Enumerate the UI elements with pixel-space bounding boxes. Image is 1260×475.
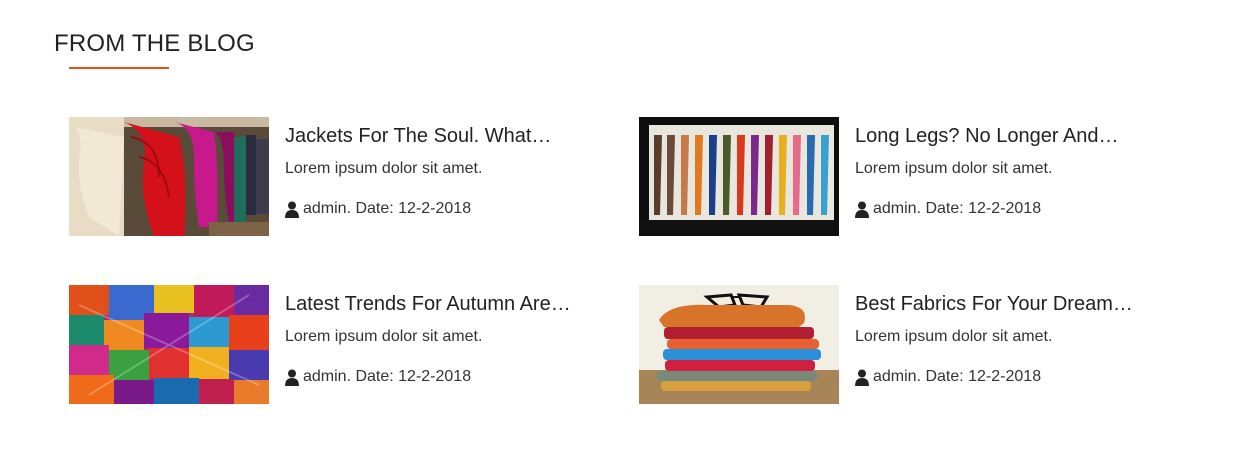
- post-thumbnail-shirts[interactable]: [639, 285, 839, 404]
- post-excerpt: Lorem ipsum dolor sit amet.: [855, 328, 1053, 345]
- blog-post-card: Best Fabrics For Your Dream… Lorem ipsum…: [639, 285, 1199, 405]
- user-icon: [855, 201, 869, 218]
- post-meta: admin. Date: 12-2-2018: [285, 200, 471, 218]
- post-author-date: admin. Date: 12-2-2018: [873, 200, 1042, 217]
- jackets-image: [69, 117, 269, 236]
- section-title: FROM THE BLOG: [54, 30, 255, 57]
- scarves-image: [69, 285, 269, 404]
- post-author-date: admin. Date: 12-2-2018: [303, 368, 472, 385]
- post-meta: admin. Date: 12-2-2018: [285, 368, 471, 386]
- post-excerpt: Lorem ipsum dolor sit amet.: [285, 328, 483, 345]
- post-thumbnail-jackets[interactable]: [69, 117, 269, 236]
- post-title[interactable]: Long Legs? No Longer And…: [855, 125, 1185, 148]
- post-title[interactable]: Best Fabrics For Your Dream…: [855, 293, 1185, 316]
- post-excerpt: Lorem ipsum dolor sit amet.: [285, 160, 483, 177]
- post-excerpt: Lorem ipsum dolor sit amet.: [855, 160, 1053, 177]
- post-meta: admin. Date: 12-2-2018: [855, 200, 1041, 218]
- user-icon: [285, 369, 299, 386]
- tights-image: [639, 117, 839, 236]
- post-thumbnail-tights[interactable]: [639, 117, 839, 236]
- title-underline: [69, 67, 169, 69]
- post-meta: admin. Date: 12-2-2018: [855, 368, 1041, 386]
- blog-post-card: Jackets For The Soul. What… Lorem ipsum …: [69, 117, 629, 237]
- blog-post-card: Long Legs? No Longer And… Lorem ipsum do…: [639, 117, 1199, 237]
- post-title[interactable]: Jackets For The Soul. What…: [285, 125, 615, 148]
- blog-post-card: Latest Trends For Autumn Are… Lorem ipsu…: [69, 285, 629, 405]
- post-author-date: admin. Date: 12-2-2018: [873, 368, 1042, 385]
- shirts-image: [639, 285, 839, 404]
- user-icon: [285, 201, 299, 218]
- post-title[interactable]: Latest Trends For Autumn Are…: [285, 293, 615, 316]
- post-thumbnail-scarves[interactable]: [69, 285, 269, 404]
- post-author-date: admin. Date: 12-2-2018: [303, 200, 472, 217]
- user-icon: [855, 369, 869, 386]
